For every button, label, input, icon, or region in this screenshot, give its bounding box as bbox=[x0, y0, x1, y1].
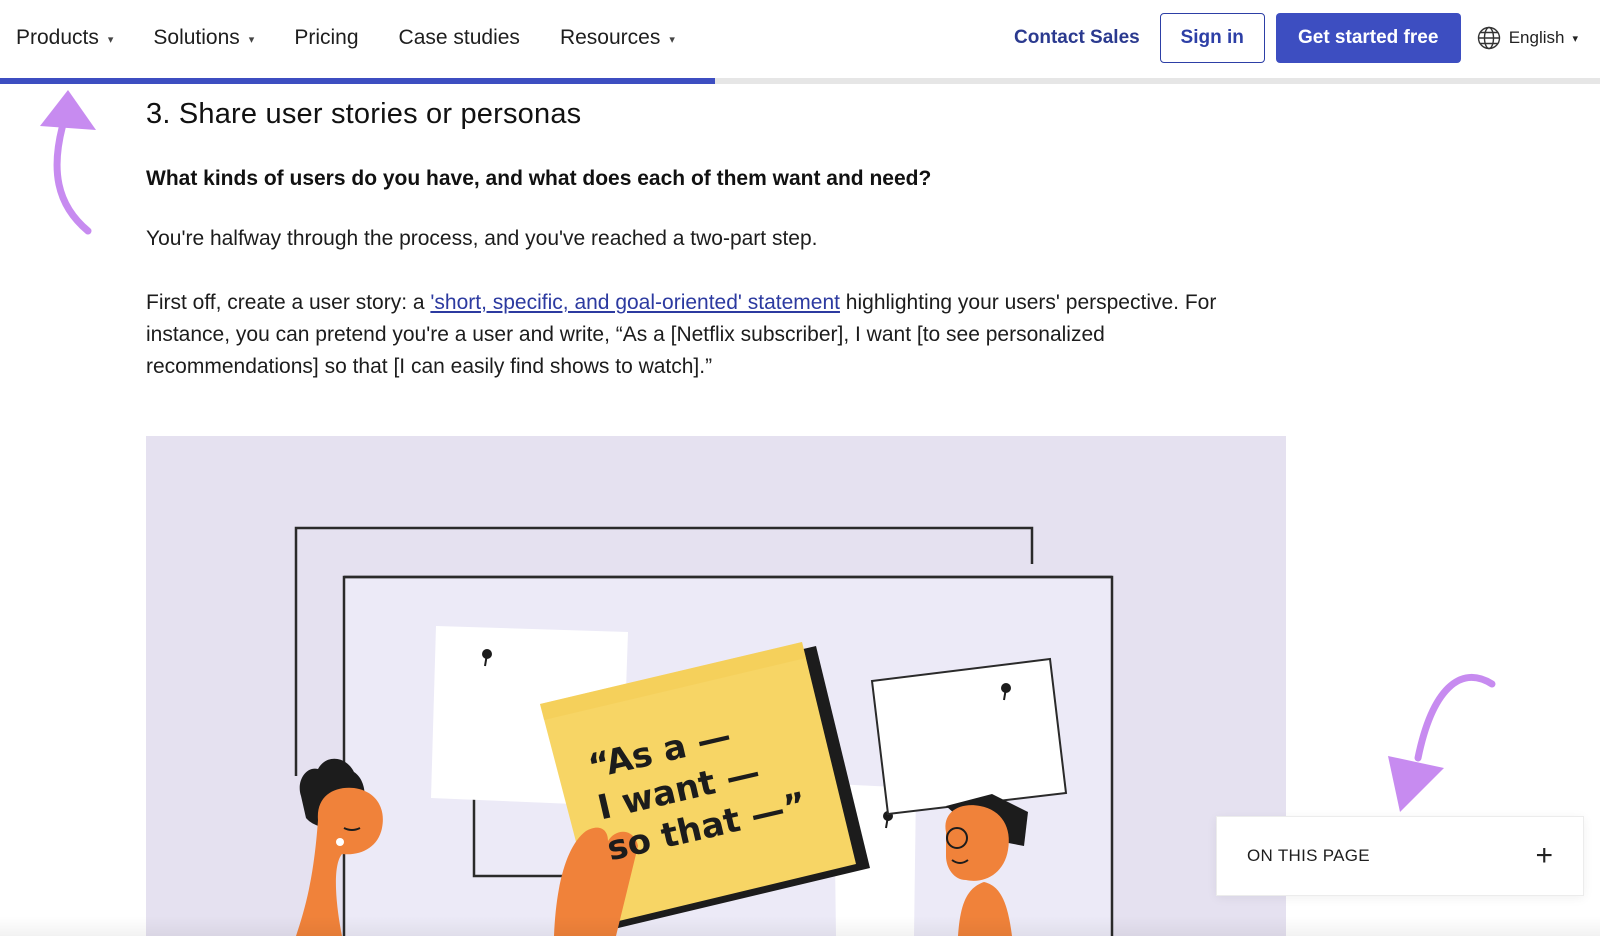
nav-item-label: Solutions bbox=[153, 26, 240, 49]
paragraph: You're halfway through the process, and … bbox=[146, 227, 818, 250]
get-started-button[interactable]: Get started free bbox=[1275, 13, 1461, 63]
nav-item-case-studies[interactable]: Case studies bbox=[399, 26, 520, 50]
top-navigation: Products ▾ Solutions ▾ Pricing Case stud… bbox=[0, 0, 1600, 78]
arrow-icon bbox=[40, 90, 96, 235]
primary-nav: Products ▾ Solutions ▾ Pricing Case stud… bbox=[16, 0, 715, 76]
section-heading: 3. Share user stories or personas bbox=[146, 98, 582, 130]
chevron-down-icon: ▾ bbox=[107, 33, 114, 46]
nav-item-label: Products bbox=[16, 26, 99, 49]
nav-item-label: Pricing bbox=[294, 26, 359, 49]
nav-item-pricing[interactable]: Pricing bbox=[294, 26, 358, 50]
sign-in-button[interactable]: Sign in bbox=[1159, 13, 1265, 63]
nav-item-products[interactable]: Products ▾ bbox=[16, 26, 113, 50]
on-this-page-label: ON THIS PAGE bbox=[1247, 846, 1370, 865]
plus-icon: + bbox=[1535, 839, 1553, 872]
reading-progress-fill bbox=[0, 78, 716, 84]
reading-progress-bar bbox=[0, 78, 1600, 84]
chevron-down-icon: ▾ bbox=[669, 33, 675, 46]
nav-item-label: Resources bbox=[559, 26, 661, 49]
nav-actions: Contact Sales Sign in Get started free E… bbox=[1014, 0, 1578, 76]
lead-question: What kinds of users do you have, and wha… bbox=[146, 167, 932, 190]
user-story-illustration: “As a — I want — so that —” bbox=[146, 436, 1286, 936]
contact-sales-link[interactable]: Contact Sales bbox=[1014, 27, 1140, 49]
globe-icon bbox=[1477, 26, 1500, 50]
user-story-link[interactable]: 'short, specific, and goal-oriented' sta… bbox=[430, 291, 840, 314]
illustration-art: “As a — I want — so that —” bbox=[294, 526, 1114, 936]
on-this-page-toggle[interactable]: ON THIS PAGE + bbox=[1216, 816, 1584, 896]
arrow-icon bbox=[1388, 673, 1496, 812]
language-selector[interactable]: English ▾ bbox=[1477, 26, 1578, 50]
nav-item-resources[interactable]: Resources ▾ bbox=[560, 26, 675, 50]
paragraph: First off, create a user story: a 'short… bbox=[146, 287, 1276, 383]
chevron-down-icon: ▾ bbox=[248, 33, 255, 46]
paragraph-text: First off, create a user story: a bbox=[146, 291, 431, 314]
nav-item-solutions[interactable]: Solutions ▾ bbox=[153, 26, 254, 50]
nav-item-label: Case studies bbox=[398, 26, 520, 49]
chevron-down-icon: ▾ bbox=[1572, 32, 1578, 45]
article-body: 3. Share user stories or personas What k… bbox=[146, 96, 1276, 383]
language-label: English bbox=[1508, 28, 1565, 47]
